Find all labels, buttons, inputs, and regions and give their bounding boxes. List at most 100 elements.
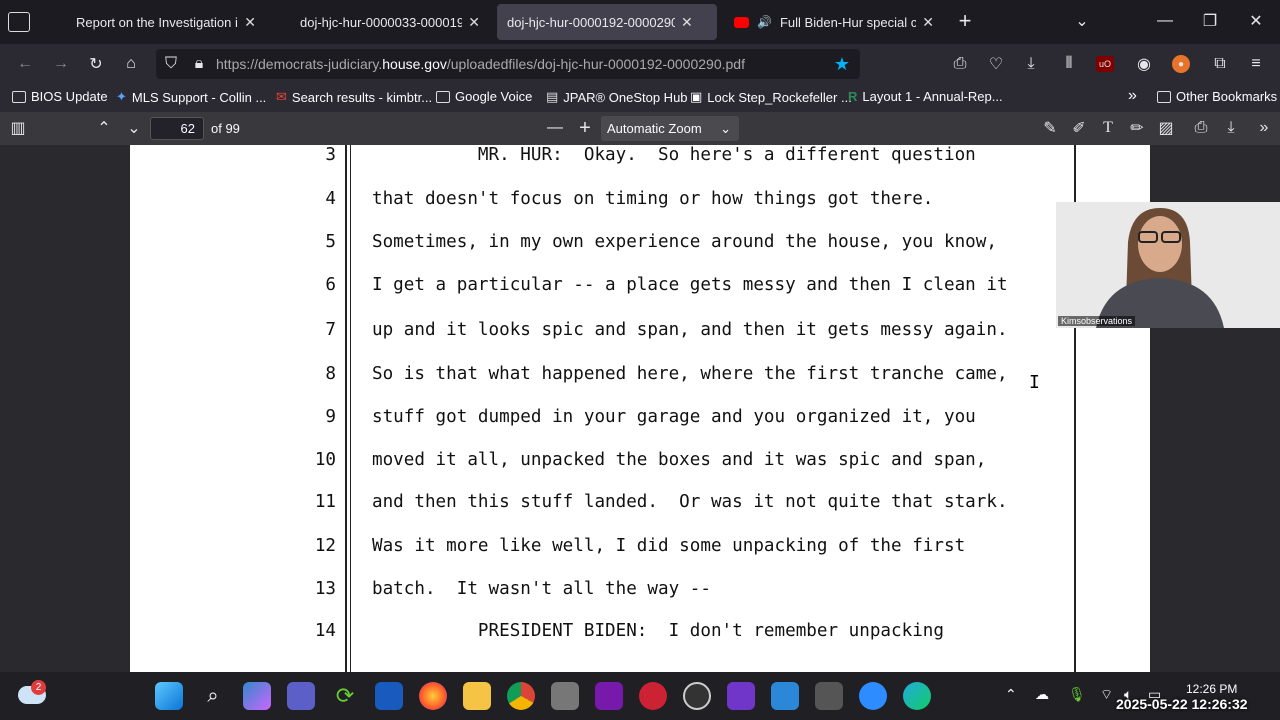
previous-page-icon[interactable]: ⌃: [94, 118, 114, 138]
mls-icon: ✦: [116, 89, 127, 104]
new-tab-icon[interactable]: +: [954, 8, 976, 33]
library-icon[interactable]: ⫴: [1058, 53, 1080, 75]
app-icon[interactable]: ⟳: [331, 682, 359, 710]
line-number: 13: [314, 579, 336, 599]
back-icon[interactable]: ←: [14, 53, 36, 75]
close-window-icon[interactable]: ✕: [1246, 10, 1266, 32]
restore-icon[interactable]: ❐: [1200, 10, 1220, 32]
reload-icon[interactable]: ↻: [85, 53, 107, 75]
camera-icon[interactable]: [551, 682, 579, 710]
chevron-down-icon: ⌄: [720, 121, 731, 136]
mic-icon[interactable]: 🎙︎: [1068, 686, 1086, 703]
close-icon[interactable]: ✕: [468, 14, 480, 31]
bookmark-label: JPAR® OneStop Hub: [563, 89, 688, 105]
bookmark-star-icon[interactable]: ★: [832, 54, 852, 74]
close-icon[interactable]: ✕: [922, 14, 934, 31]
wifi-icon[interactable]: ⌔: [1100, 686, 1113, 704]
tab-3-active[interactable]: doj-hjc-hur-0000192-0000290.p ✕: [497, 4, 717, 40]
search-icon[interactable]: ⌕: [199, 682, 227, 710]
extension-badge-icon[interactable]: ●: [1172, 55, 1190, 73]
extensions-icon[interactable]: ⧉: [1209, 53, 1231, 75]
line-number: 14: [314, 621, 336, 641]
list-tabs-icon[interactable]: ⌄: [1072, 10, 1092, 32]
lock-icon[interactable]: 🔒︎: [190, 55, 208, 73]
tab-overview-icon[interactable]: [8, 12, 30, 32]
print-pdf-icon[interactable]: ⎙: [1191, 118, 1211, 138]
draw-icon[interactable]: ✏: [1127, 118, 1147, 138]
bookmark-item[interactable]: BIOS Update: [12, 89, 108, 104]
other-bookmarks[interactable]: Other Bookmarks: [1157, 89, 1277, 104]
bookmark-item[interactable]: ✉ Search results - kimbtr...: [276, 89, 432, 105]
downloads-icon[interactable]: ⤓: [1020, 53, 1042, 75]
menu-icon[interactable]: ≡: [1245, 53, 1267, 75]
bookmark-item[interactable]: ▣ Lock Step_Rockefeller ...: [690, 89, 852, 105]
onenote-icon[interactable]: [595, 682, 623, 710]
bookmark-item[interactable]: ▤ JPAR® OneStop Hub: [546, 89, 688, 105]
print-icon[interactable]: ⎙: [949, 53, 971, 75]
transcript-line: 14 PRESIDENT BIDEN: I don't remember unp…: [0, 621, 1280, 651]
show-hidden-icons[interactable]: ⌃: [1005, 686, 1017, 703]
zoom-select[interactable]: Automatic Zoom ⌄: [601, 116, 739, 141]
file-explorer-icon[interactable]: [463, 682, 491, 710]
clock-time[interactable]: 12:26 PM: [1186, 682, 1237, 696]
onedrive-icon[interactable]: ☁: [1035, 686, 1049, 703]
bookmark-item[interactable]: Google Voice: [436, 89, 532, 104]
zoom-out-icon[interactable]: —: [545, 118, 565, 138]
next-page-icon[interactable]: ⌄: [124, 118, 144, 138]
line-number: 3: [325, 145, 336, 165]
url-bar[interactable]: ⛉ 🔒︎ https://democrats-judiciary. house.g…: [156, 49, 860, 79]
text-icon[interactable]: T: [1098, 118, 1118, 138]
home-icon[interactable]: ⌂: [120, 53, 142, 75]
line-number: 5: [325, 232, 336, 252]
bookmark-item[interactable]: R Layout 1 - Annual-Rep...: [848, 89, 1003, 104]
edge-icon[interactable]: [903, 682, 931, 710]
clipchamp-icon[interactable]: [727, 682, 755, 710]
line-text: Was it more like well, I did some unpack…: [372, 536, 966, 556]
zoom-icon[interactable]: [859, 682, 887, 710]
edit-pdf-icon[interactable]: ✎: [1040, 118, 1060, 138]
shield-icon[interactable]: ⛉: [162, 55, 180, 73]
copilot-icon[interactable]: [243, 682, 271, 710]
pocket-icon[interactable]: ♡: [985, 53, 1007, 75]
recorder-icon[interactable]: [815, 682, 843, 710]
navigation-toolbar: ← → ↻ ⌂ ⛉ 🔒︎ https://democrats-judiciary…: [0, 44, 1280, 84]
tab-2[interactable]: doj-hjc-hur-0000033-0000191.p ✕: [290, 4, 490, 40]
bookmark-label: Google Voice: [455, 89, 533, 104]
line-text: up and it looks spic and span, and then …: [372, 320, 1008, 340]
line-text: PRESIDENT BIDEN: I don't remember unpack…: [372, 621, 944, 641]
teams-icon[interactable]: [287, 682, 315, 710]
save-pdf-icon[interactable]: ⤓: [1221, 118, 1241, 138]
forward-icon[interactable]: →: [50, 53, 72, 75]
chrome-icon[interactable]: [507, 682, 535, 710]
app-icon[interactable]: [639, 682, 667, 710]
word-icon[interactable]: [375, 682, 403, 710]
audio-icon[interactable]: 🔊: [757, 15, 772, 29]
tab-4[interactable]: 🔊 Full Biden-Hur special coun ✕: [724, 4, 944, 40]
minimize-icon[interactable]: —: [1155, 10, 1175, 32]
start-icon[interactable]: [155, 682, 183, 710]
line-number: 9: [325, 407, 336, 427]
ublock-icon[interactable]: uO: [1096, 56, 1114, 72]
sidebar-toggle-icon[interactable]: ▥: [8, 118, 28, 138]
account-icon[interactable]: ◉: [1133, 53, 1155, 75]
close-icon[interactable]: ✕: [681, 14, 693, 31]
image-icon[interactable]: ▨: [1156, 118, 1176, 138]
firefox-icon[interactable]: [419, 682, 447, 710]
tab-4-title: Full Biden-Hur special coun: [779, 14, 917, 30]
media-player-icon[interactable]: [683, 682, 711, 710]
close-icon[interactable]: ✕: [244, 14, 256, 31]
tools-more-icon[interactable]: »: [1254, 118, 1274, 138]
photos-icon[interactable]: [771, 682, 799, 710]
highlight-icon[interactable]: ✐: [1069, 118, 1089, 138]
page-number-input[interactable]: 62: [150, 117, 204, 140]
more-bookmarks-icon[interactable]: »: [1128, 87, 1137, 105]
transcript-line: 9 stuff got dumped in your garage and you…: [0, 407, 1280, 437]
notification-badge: 2: [31, 680, 46, 695]
line-text: So is that what happened here, where the…: [372, 364, 1008, 384]
bookmark-item[interactable]: ✦ MLS Support - Collin ...: [116, 89, 266, 105]
zoom-in-icon[interactable]: +: [575, 117, 595, 139]
line-number: 4: [325, 189, 336, 209]
zoom-value: Automatic Zoom: [607, 121, 702, 136]
tab-1[interactable]: Report on the Investigation into ✕: [66, 4, 266, 40]
tab-1-title: Report on the Investigation into: [76, 14, 239, 30]
